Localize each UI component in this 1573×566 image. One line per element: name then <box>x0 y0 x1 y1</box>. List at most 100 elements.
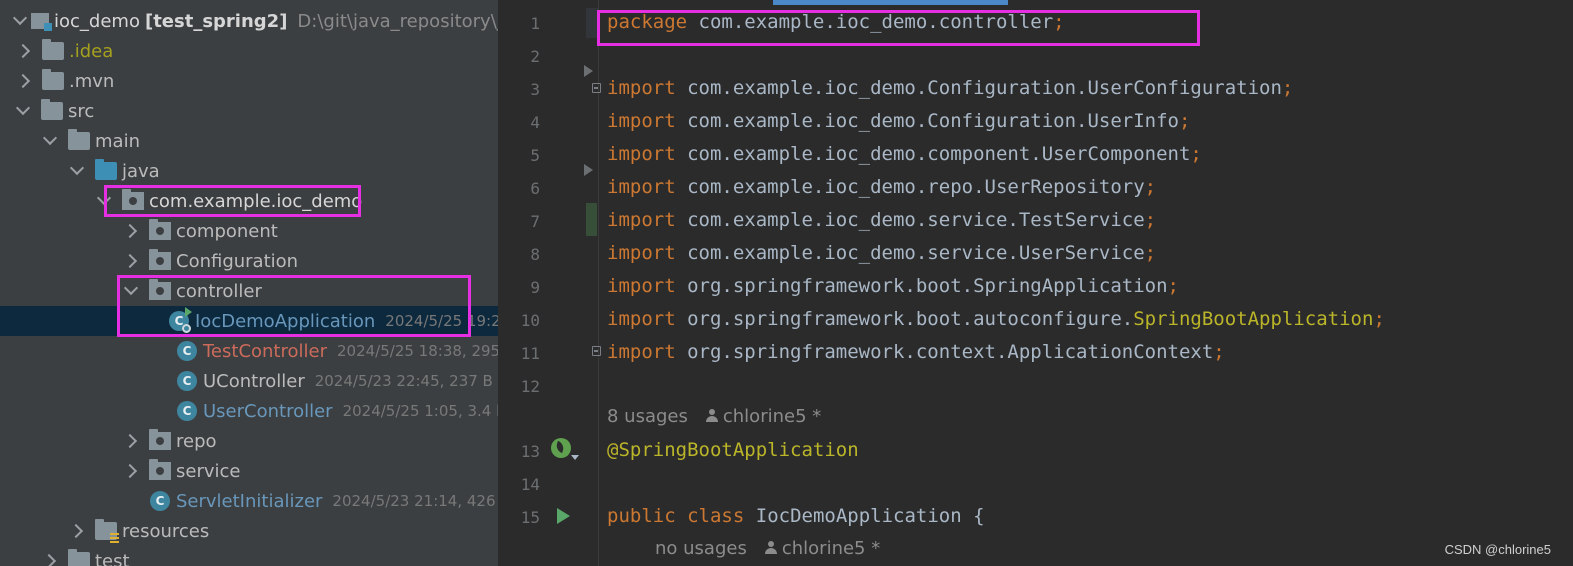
tree-item-user-controller[interactable]: C UserController 2024/5/25 1:05, 3.4 kl <box>0 396 498 426</box>
package-icon <box>149 459 171 480</box>
tree-item-ucontroller[interactable]: C UController 2024/5/23 22:45, 237 B 2 <box>0 366 498 396</box>
chevron-down-icon[interactable] <box>69 156 85 186</box>
class-icon: C <box>150 491 170 511</box>
code-line-15: public class IocDemoApplication { <box>607 505 985 527</box>
tree-item-component[interactable]: component <box>0 216 498 246</box>
line-number: 3 <box>530 80 540 99</box>
line-number: 13 <box>520 442 540 461</box>
line-number: 8 <box>530 245 540 264</box>
semicolon: ; <box>1373 308 1385 330</box>
class-icon: C <box>177 341 197 361</box>
chevron-right-icon[interactable] <box>16 66 32 96</box>
code-editor[interactable]: 1 2 3 4 5 6 7 8 9 10 11 12 13 14 15 pack… <box>498 0 1573 566</box>
code-line-8: import com.example.ioc_demo.service.User… <box>607 242 1156 264</box>
tree-item-label: ServletInitializer <box>176 490 323 512</box>
package-icon <box>149 219 171 240</box>
tree-item-src[interactable]: src <box>0 96 498 126</box>
semicolon: ; <box>1213 341 1225 363</box>
keyword-public: public <box>607 505 676 527</box>
semicolon: ; <box>1144 209 1157 231</box>
chevron-right-icon[interactable] <box>16 36 32 66</box>
line-number: 11 <box>520 344 540 363</box>
folder-icon <box>42 69 64 90</box>
code-vision-hint[interactable]: 8 usages chlorine5 * <box>607 406 821 427</box>
chevron-down-icon[interactable] <box>123 276 139 306</box>
chevron-right-icon[interactable] <box>42 546 58 566</box>
import-path: com.example.ioc_demo.Configuration.UserI… <box>687 110 1179 132</box>
tree-item-service[interactable]: service <box>0 456 498 486</box>
resources-folder-icon <box>95 519 119 543</box>
tree-item-mvn[interactable]: .mvn <box>0 66 498 96</box>
class-icon: C <box>177 401 197 421</box>
tree-item-label: IocDemoApplication <box>195 310 376 332</box>
fold-expand-icon[interactable] <box>584 164 593 176</box>
tree-item-resources[interactable]: resources <box>0 516 498 546</box>
tree-item-label: repo <box>176 430 217 452</box>
horizontal-scrollbar[interactable] <box>773 0 1008 5</box>
tree-item-root[interactable]: ioc_demo [test_spring2] D:\git\java_repo… <box>0 6 498 36</box>
fold-collapse-icon[interactable] <box>592 83 601 93</box>
tree-item-controller[interactable]: controller <box>0 276 498 306</box>
run-icon[interactable] <box>557 508 570 524</box>
author-name: chlorine5 * <box>781 538 881 559</box>
import-class-highlight: SpringBootApplication <box>1133 308 1374 330</box>
tree-item-label: .idea <box>69 40 114 62</box>
chevron-right-icon[interactable] <box>123 426 139 456</box>
watermark: CSDN @chlorine5 <box>1444 542 1551 557</box>
import-path: com.example.ioc_demo.Configuration.UserC… <box>687 77 1282 99</box>
keyword-import: import <box>607 308 676 330</box>
line-number: 12 <box>520 377 540 396</box>
semicolon: ; <box>1053 11 1065 33</box>
tree-item-package[interactable]: com.example.ioc_demo <box>0 186 498 216</box>
file-meta: 2024/5/25 18:38, 295 <box>337 342 498 360</box>
chevron-down-icon[interactable] <box>96 186 112 216</box>
file-meta: 2024/5/23 21:14, 426 B <box>332 492 498 510</box>
code-vision-hint[interactable]: no usages chlorine5 * <box>655 538 880 559</box>
usages-count[interactable]: no usages <box>655 538 747 559</box>
fold-expand-icon[interactable] <box>584 65 593 77</box>
keyword-import: import <box>607 209 676 231</box>
chevron-down-icon[interactable] <box>12 6 28 36</box>
tree-item-configuration[interactable]: Configuration <box>0 246 498 276</box>
folder-icon <box>68 549 90 566</box>
line-number: 5 <box>530 146 540 165</box>
tree-item-label: test <box>95 550 130 566</box>
tree-item-label: ioc_demo <box>54 10 140 32</box>
tree-item-main[interactable]: main <box>0 126 498 156</box>
chevron-right-icon[interactable] <box>123 216 139 246</box>
tree-item-ioc-demo-application[interactable]: C IocDemoApplication 2024/5/25 19:2 <box>0 306 498 336</box>
chevron-right-icon[interactable] <box>69 516 85 546</box>
chevron-down-icon[interactable] <box>42 126 58 156</box>
code-line-9: import org.springframework.boot.SpringAp… <box>607 275 1179 297</box>
tree-item-test-controller[interactable]: C TestController 2024/5/25 18:38, 295 <box>0 336 498 366</box>
fold-collapse-icon[interactable] <box>592 346 601 356</box>
line-number: 10 <box>520 311 540 330</box>
code-line-5: import com.example.ioc_demo.component.Us… <box>607 143 1202 165</box>
source-folder-icon <box>95 159 117 180</box>
class-name: IocDemoApplication { <box>755 505 985 527</box>
code-line-10: import org.springframework.boot.autoconf… <box>607 308 1385 330</box>
tree-item-test[interactable]: test <box>0 546 498 566</box>
tree-item-servlet-initializer[interactable]: C ServletInitializer 2024/5/23 21:14, 42… <box>0 486 498 516</box>
tree-item-label: TestController <box>203 340 327 362</box>
author-icon <box>764 541 777 555</box>
tree-item-idea[interactable]: .idea <box>0 36 498 66</box>
author-name: chlorine5 * <box>722 406 822 427</box>
chevron-right-icon[interactable] <box>123 246 139 276</box>
tree-item-repo[interactable]: repo <box>0 426 498 456</box>
module-icon <box>31 13 52 31</box>
chevron-down-icon[interactable] <box>15 96 31 126</box>
line-number: 7 <box>530 212 540 231</box>
keyword-import: import <box>607 176 676 198</box>
tree-item-label: com.example.ioc_demo <box>149 190 363 212</box>
tree-item-label: controller <box>176 280 262 302</box>
spring-boot-class-icon: C <box>169 307 192 333</box>
tree-item-label: src <box>68 100 95 122</box>
spring-bean-icon[interactable] <box>551 438 579 460</box>
tree-item-java[interactable]: java <box>0 156 498 186</box>
project-path: D:\git\java_repository\java- <box>297 10 498 32</box>
import-path: org.springframework.boot.autoconfigure. <box>687 308 1134 330</box>
chevron-right-icon[interactable] <box>123 456 139 486</box>
line-number: 2 <box>530 47 540 66</box>
usages-count[interactable]: 8 usages <box>607 406 688 427</box>
